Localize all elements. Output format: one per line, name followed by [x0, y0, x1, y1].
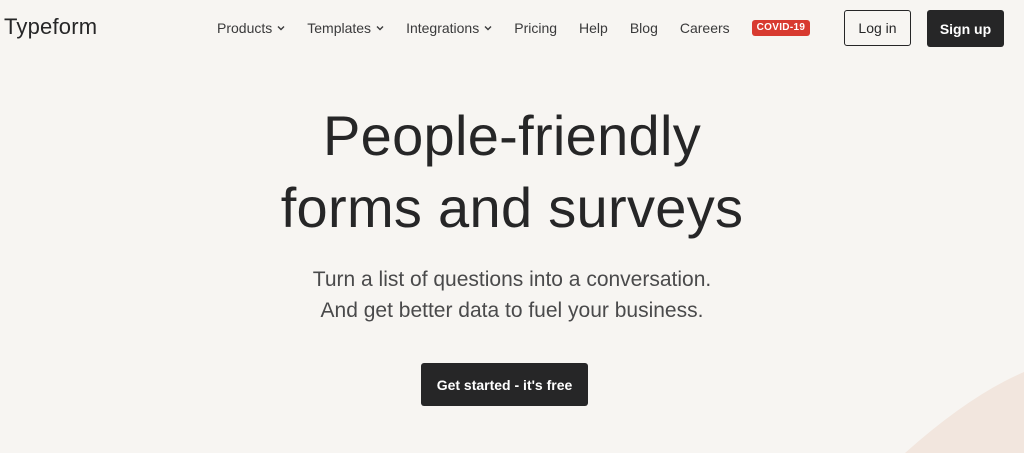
- nav-item-help[interactable]: Help: [579, 20, 608, 36]
- chevron-down-icon: [277, 26, 285, 31]
- nav-item-careers[interactable]: Careers: [680, 20, 730, 36]
- site-header: Typeform Products Templates Integrations…: [0, 0, 1024, 56]
- covid-badge[interactable]: COVID-19: [751, 20, 811, 36]
- hero-subtitle: Turn a list of questions into a conversa…: [0, 264, 1024, 326]
- typeform-logo[interactable]: Typeform: [4, 14, 97, 40]
- chevron-down-icon: [484, 26, 492, 31]
- nav-item-blog[interactable]: Blog: [630, 20, 658, 36]
- chevron-down-icon: [376, 26, 384, 31]
- hero-title-line-2: forms and surveys: [280, 176, 744, 239]
- nav-item-label: Integrations: [406, 20, 480, 36]
- hero-subtitle-line-1: Turn a list of questions into a conversa…: [312, 268, 712, 291]
- nav-item-label: Help: [579, 20, 608, 36]
- nav-item-label: Products: [217, 20, 273, 36]
- nav-item-integrations[interactable]: Integrations: [406, 20, 492, 36]
- nav-item-templates[interactable]: Templates: [307, 20, 384, 36]
- nav-item-label: Templates: [307, 20, 372, 36]
- login-button[interactable]: Log in: [844, 10, 911, 46]
- nav-item-products[interactable]: Products: [217, 20, 285, 36]
- main-nav: Products Templates Integrations Pricing …: [217, 0, 811, 56]
- signup-button[interactable]: Sign up: [927, 10, 1004, 47]
- hero-title: People-friendly forms and surveys: [0, 100, 1024, 244]
- nav-item-label: Pricing: [514, 20, 558, 36]
- hero-section: People-friendly forms and surveys Turn a…: [0, 100, 1024, 326]
- nav-item-label: Blog: [629, 20, 658, 36]
- nav-item-pricing[interactable]: Pricing: [514, 20, 557, 36]
- hero-subtitle-line-2: And get better data to fuel your busines…: [320, 299, 704, 322]
- nav-item-label: Careers: [679, 20, 730, 36]
- get-started-button[interactable]: Get started - it's free: [421, 363, 588, 406]
- hero-title-line-1: People-friendly: [322, 104, 702, 167]
